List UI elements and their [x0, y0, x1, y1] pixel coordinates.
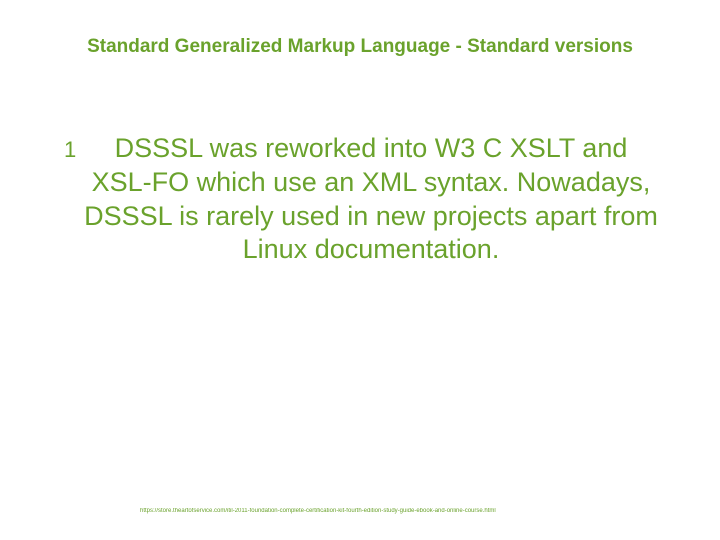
- bullet-row: 1 DSSSL was reworked into W3 C XSLT and …: [70, 132, 660, 267]
- slide-body: 1 DSSSL was reworked into W3 C XSLT and …: [70, 132, 660, 267]
- bullet-content: DSSSL was reworked into W3 C XSLT and XS…: [82, 132, 660, 267]
- slide: Standard Generalized Markup Language - S…: [0, 0, 720, 540]
- bullet-number: 1: [64, 132, 82, 164]
- slide-title: Standard Generalized Markup Language - S…: [0, 36, 720, 58]
- footer-link: https://store.theartofservice.com/itil-2…: [140, 508, 680, 514]
